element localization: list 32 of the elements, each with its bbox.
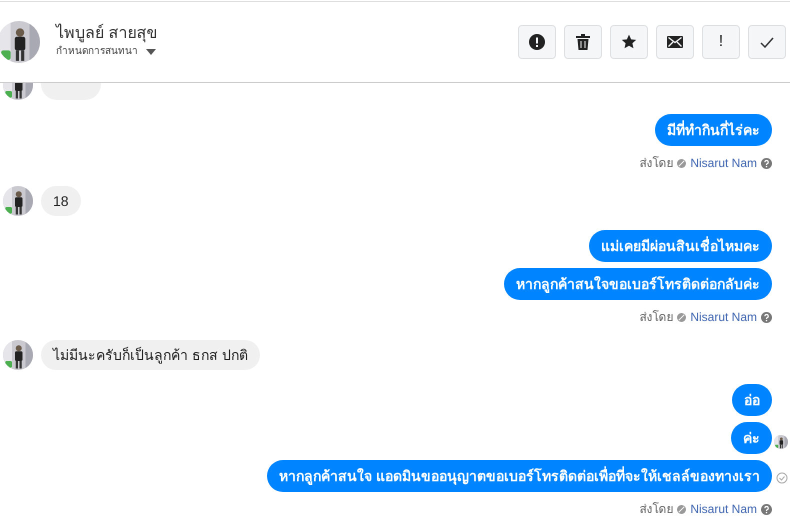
alert-icon — [529, 34, 545, 50]
message-bubble: หากลูกค้าสนใจขอเบอร์โทรติดต่อกลับค่ะ — [504, 268, 772, 300]
help-icon[interactable] — [761, 504, 772, 514]
sender-link[interactable]: Nisarut Nam — [690, 308, 757, 326]
mail-button[interactable] — [656, 25, 694, 59]
message-bubble: 18 — [41, 186, 81, 216]
help-icon[interactable] — [761, 312, 772, 322]
help-icon[interactable] — [761, 158, 772, 168]
alert-button[interactable] — [518, 25, 556, 59]
trash-icon — [576, 34, 590, 50]
contact-name: ไพบูลย์ สายสุข — [56, 24, 158, 44]
sent-by-label: ส่งโดย — [639, 501, 674, 518]
conversation-menu[interactable]: กำหนดการสนทนา — [56, 44, 138, 60]
message-bubble: อ่อ — [732, 384, 772, 416]
message-bubble: หากลูกค้าสนใจ แอดมินขออนุญาตขอเบอร์โทรติดต่อเพื่อที่จะให้เชลล์ของทางเรา — [267, 460, 772, 492]
message-bubble: แม่เคยมีผ่อนสินเชื่อไหมคะ — [589, 230, 772, 262]
sender-link[interactable]: Nisarut Nam — [690, 500, 757, 518]
star-button[interactable] — [610, 25, 648, 59]
sent-by-label: ส่งโดย — [639, 309, 674, 326]
trash-button[interactable] — [564, 25, 602, 59]
check-button[interactable] — [748, 25, 786, 59]
message-bubble: มีที่ทำกินกี่ไร่คะ — [655, 114, 772, 146]
mail-icon — [667, 36, 683, 48]
message-bubble — [41, 83, 101, 100]
important-button[interactable]: ! — [702, 25, 740, 59]
sent-by-label: ส่งโดย — [639, 155, 674, 172]
message-bubble: ค่ะ — [731, 422, 772, 454]
caret-icon[interactable] — [146, 48, 156, 55]
sender-link[interactable]: Nisarut Nam — [690, 154, 757, 172]
check-icon — [760, 36, 774, 48]
message-bubble: ไม่มีนะครับก็เป็นลูกค้า ธกส ปกติ — [41, 340, 260, 370]
star-icon — [621, 34, 637, 50]
